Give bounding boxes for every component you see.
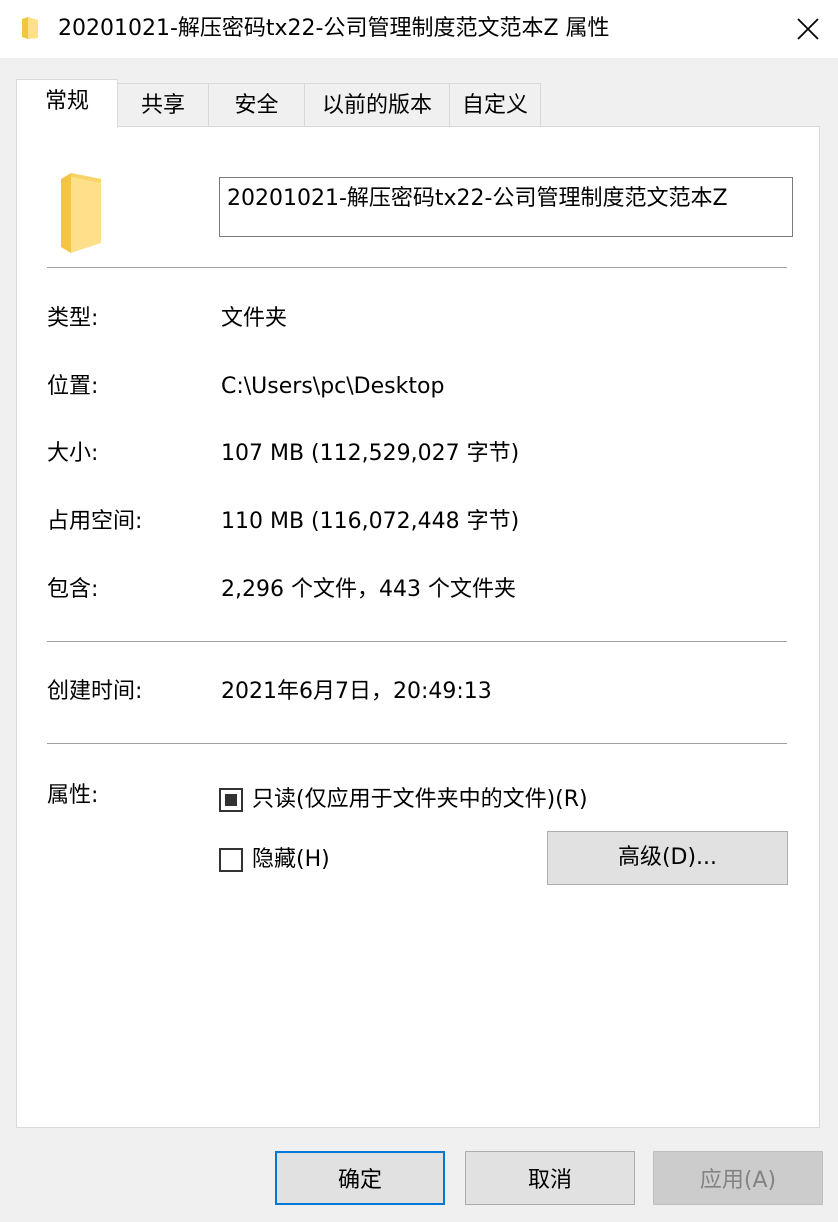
hidden-label[interactable]: 隐藏(H)	[252, 845, 330, 875]
title-bar: 20201021-解压密码tx22-公司管理制度范文范本Z 属性	[0, 0, 838, 58]
hidden-checkbox[interactable]	[219, 848, 243, 872]
folder-icon	[61, 173, 101, 253]
size-value: 107 MB (112,529,027 字节)	[221, 441, 520, 466]
indeterminate-mark	[225, 794, 237, 806]
readonly-checkbox[interactable]	[219, 788, 243, 812]
folder-name-input[interactable]: 20201021-解压密码tx22-公司管理制度范文范本Z	[219, 177, 793, 237]
divider	[47, 267, 787, 268]
readonly-label[interactable]: 只读(仅应用于文件夹中的文件)(R)	[252, 785, 588, 815]
tab-general[interactable]: 常规	[16, 79, 118, 128]
divider	[47, 743, 787, 744]
window-title: 20201021-解压密码tx22-公司管理制度范文范本Z 属性	[58, 16, 610, 41]
divider	[47, 641, 787, 642]
type-value: 文件夹	[221, 306, 288, 331]
ok-button[interactable]: 确定	[275, 1151, 445, 1205]
tab-sharing[interactable]: 共享	[117, 83, 209, 126]
advanced-button[interactable]: 高级(D)...	[547, 831, 788, 885]
contains-value: 2,296 个文件，443 个文件夹	[221, 577, 516, 602]
apply-button[interactable]: 应用(A)	[653, 1151, 823, 1205]
folder-icon	[22, 17, 38, 39]
size-on-disk-label: 占用空间:	[47, 509, 143, 534]
tab-security[interactable]: 安全	[208, 83, 305, 126]
tab-customize[interactable]: 自定义	[449, 83, 541, 126]
size-on-disk-value: 110 MB (116,072,448 字节)	[221, 509, 520, 534]
size-label: 大小:	[47, 441, 99, 466]
contains-label: 包含:	[47, 577, 99, 602]
tab-previous-versions[interactable]: 以前的版本	[304, 83, 450, 126]
close-button[interactable]	[786, 8, 830, 50]
general-panel: 20201021-解压密码tx22-公司管理制度范文范本Z 类型: 文件夹 位置…	[16, 126, 820, 1128]
attributes-label: 属性:	[47, 783, 99, 808]
type-label: 类型:	[47, 306, 99, 331]
close-icon	[797, 18, 819, 40]
location-label: 位置:	[47, 374, 99, 399]
created-value: 2021年6月7日，20:49:13	[221, 679, 492, 704]
location-value: C:\Users\pc\Desktop	[221, 374, 445, 399]
created-label: 创建时间:	[47, 679, 143, 704]
cancel-button[interactable]: 取消	[465, 1151, 635, 1205]
